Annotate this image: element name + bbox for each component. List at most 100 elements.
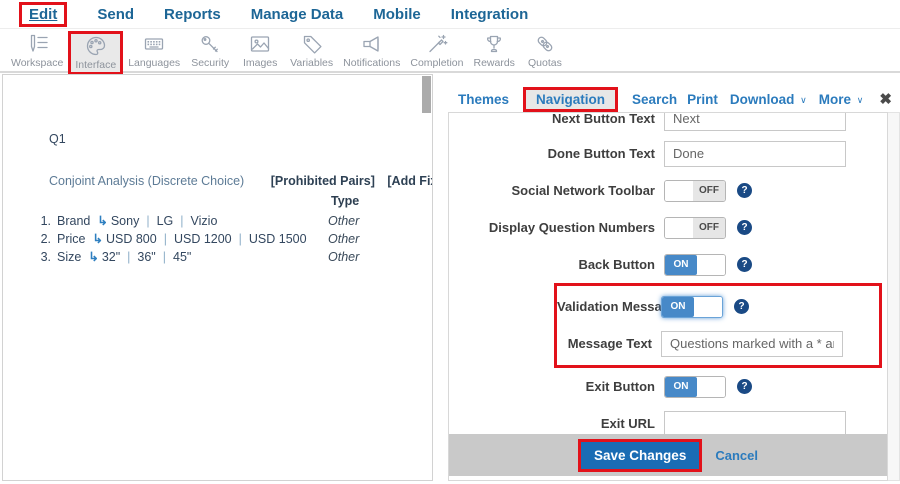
trophy-icon bbox=[482, 32, 506, 56]
next-button-text-input[interactable] bbox=[664, 113, 846, 131]
attribute-option: USD 1500 bbox=[249, 232, 307, 246]
panel-actions: Print Download ∨ More ∨ ✖ bbox=[687, 90, 900, 108]
attribute-type: Other bbox=[328, 248, 359, 266]
toolbar-variables-button[interactable]: Variables bbox=[285, 31, 338, 71]
nav-item-reports[interactable]: Reports bbox=[149, 6, 236, 23]
nav-item-manage-data[interactable]: Manage Data bbox=[236, 6, 359, 23]
chain-links-icon bbox=[533, 32, 557, 56]
help-icon[interactable]: ? bbox=[734, 299, 749, 314]
attribute-list: 1.Brand↳Sony|LG|Vizio Other 2.Price↳USD … bbox=[35, 212, 432, 266]
navigation-settings-box: Next Button Text Done Button Text Social… bbox=[448, 112, 888, 481]
attribute-option: 32" bbox=[102, 250, 120, 264]
setting-row-exit-url: Exit URL bbox=[449, 405, 887, 434]
toolbar-languages-button[interactable]: Languages bbox=[123, 31, 185, 71]
type-column-header: Type bbox=[331, 194, 359, 208]
separator: | bbox=[127, 250, 130, 264]
toolbar-workspace-button[interactable]: Workspace bbox=[6, 31, 68, 71]
print-link[interactable]: Print bbox=[687, 92, 718, 107]
social-network-toolbar-toggle[interactable]: OFF bbox=[664, 180, 726, 202]
toolbar-interface-button[interactable]: Interface bbox=[68, 31, 123, 75]
attribute-row-size: 3.Size↳32"|36"|45" Other bbox=[35, 248, 432, 266]
survey-preview-panel: Q1 Conjoint Analysis (Discrete Choice) [… bbox=[2, 74, 433, 481]
separator: | bbox=[164, 232, 167, 246]
top-nav: Edit Send Reports Manage Data Mobile Int… bbox=[0, 0, 900, 29]
annotation-box-save: Save Changes bbox=[578, 439, 702, 472]
setting-row-message-text: Message Text bbox=[557, 325, 879, 362]
setting-row-social-network-toolbar: Social Network Toolbar OFF ? bbox=[449, 172, 887, 209]
setting-row-display-question-numbers: Display Question Numbers OFF ? bbox=[449, 209, 887, 246]
message-text-input[interactable] bbox=[661, 331, 843, 357]
toolbar-rewards-button[interactable]: Rewards bbox=[468, 31, 519, 71]
attribute-option: Sony bbox=[111, 214, 140, 228]
question-id: Q1 bbox=[49, 132, 66, 146]
attribute-option: USD 800 bbox=[106, 232, 157, 246]
keyboard-icon bbox=[142, 32, 166, 56]
pencil-list-icon bbox=[25, 32, 49, 56]
attribute-option: LG bbox=[157, 214, 174, 228]
chevron-down-icon: ∨ bbox=[800, 95, 807, 105]
annotation-box-edit: Edit bbox=[19, 2, 67, 27]
toolbar-completion-button[interactable]: Completion bbox=[405, 31, 468, 71]
toolbar-images-button[interactable]: Images bbox=[235, 31, 285, 71]
tab-search[interactable]: Search bbox=[622, 89, 687, 110]
attribute-name: Size bbox=[57, 250, 81, 264]
key-icon bbox=[198, 32, 222, 56]
edit-toolbar: Workspace Interface Languages Security I… bbox=[0, 29, 900, 73]
megaphone-icon bbox=[360, 32, 384, 56]
download-link[interactable]: Download ∨ bbox=[730, 92, 807, 107]
question-title: Conjoint Analysis (Discrete Choice) bbox=[49, 174, 244, 188]
back-button-toggle[interactable]: ON bbox=[664, 254, 726, 276]
attribute-option: Vizio bbox=[191, 214, 218, 228]
toolbar-quotas-button[interactable]: Quotas bbox=[520, 31, 570, 71]
attribute-row-price: 2.Price↳USD 800|USD 1200|USD 1500 Other bbox=[35, 230, 432, 248]
exit-button-toggle[interactable]: ON bbox=[664, 376, 726, 398]
attribute-row-brand: 1.Brand↳Sony|LG|Vizio Other bbox=[35, 212, 432, 230]
help-icon[interactable]: ? bbox=[737, 183, 752, 198]
arrow-icon: ↳ bbox=[88, 250, 98, 264]
more-link[interactable]: More ∨ bbox=[819, 92, 864, 107]
toolbar-security-button[interactable]: Security bbox=[185, 31, 235, 71]
separator: | bbox=[239, 232, 242, 246]
image-icon bbox=[248, 32, 272, 56]
exit-url-input[interactable] bbox=[664, 411, 846, 435]
toolbar-notifications-button[interactable]: Notifications bbox=[338, 31, 405, 71]
nav-item-edit[interactable]: Edit bbox=[4, 2, 82, 27]
separator: | bbox=[146, 214, 149, 228]
validation-message-toggle[interactable]: ON bbox=[661, 296, 723, 318]
nav-item-mobile[interactable]: Mobile bbox=[358, 6, 436, 23]
close-icon[interactable]: ✖ bbox=[879, 90, 892, 108]
tab-navigation[interactable]: Navigation bbox=[523, 87, 618, 112]
settings-scrollbar-track[interactable] bbox=[888, 112, 900, 481]
attribute-option: 36" bbox=[137, 250, 155, 264]
attribute-type: Other bbox=[328, 212, 359, 230]
separator: | bbox=[180, 214, 183, 228]
setting-row-validation-message: Validation Message ON ? bbox=[557, 288, 879, 325]
help-icon[interactable]: ? bbox=[737, 379, 752, 394]
cancel-link[interactable]: Cancel bbox=[715, 448, 758, 463]
attribute-name: Price bbox=[57, 232, 85, 246]
left-panel-scrollbar[interactable] bbox=[422, 76, 431, 113]
attribute-type: Other bbox=[328, 230, 359, 248]
nav-item-send[interactable]: Send bbox=[82, 6, 149, 23]
tag-icon bbox=[300, 32, 324, 56]
help-icon[interactable]: ? bbox=[737, 220, 752, 235]
separator: | bbox=[163, 250, 166, 264]
tab-themes[interactable]: Themes bbox=[448, 89, 519, 110]
arrow-icon: ↳ bbox=[97, 214, 107, 228]
arrow-icon: ↳ bbox=[92, 232, 102, 246]
settings-rows: Next Button Text Done Button Text Social… bbox=[449, 113, 887, 434]
attribute-option: 45" bbox=[173, 250, 191, 264]
setting-row-next-button-text: Next Button Text bbox=[449, 113, 887, 135]
prohibited-pairs-link[interactable]: [Prohibited Pairs] bbox=[271, 174, 375, 188]
done-button-text-input[interactable] bbox=[664, 141, 846, 167]
attribute-name: Brand bbox=[57, 214, 90, 228]
settings-tab-bar: Themes Navigation Search Print Download … bbox=[448, 86, 900, 112]
save-changes-button[interactable]: Save Changes bbox=[581, 442, 699, 469]
chevron-down-icon: ∨ bbox=[857, 95, 864, 105]
add-fixed-tasks-link[interactable]: [Add Fixed Tasks] bbox=[387, 174, 433, 188]
setting-row-done-button-text: Done Button Text bbox=[449, 135, 887, 172]
nav-item-integration[interactable]: Integration bbox=[436, 6, 544, 23]
help-icon[interactable]: ? bbox=[737, 257, 752, 272]
display-question-numbers-toggle[interactable]: OFF bbox=[664, 217, 726, 239]
question-title-row: Conjoint Analysis (Discrete Choice) [Pro… bbox=[49, 174, 433, 188]
